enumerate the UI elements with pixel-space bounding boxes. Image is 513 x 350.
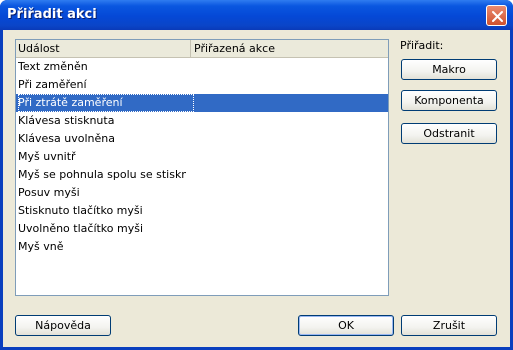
window-title: Přiřadit akci [7, 7, 97, 22]
close-icon [492, 11, 503, 22]
list-header: Událost Přiřazená akce [16, 40, 388, 58]
list-item[interactable]: Při zaměření [16, 76, 388, 94]
list-item[interactable]: Text změněn [16, 58, 388, 76]
macro-button[interactable]: Makro [401, 59, 497, 80]
assign-label: Přiřadit: [400, 39, 444, 52]
list-item[interactable]: Stisknuto tlačítko myši [16, 202, 388, 220]
list-item[interactable]: Uvolněno tlačítko myši [16, 220, 388, 238]
dialog-window: Přiřadit akci Událost Přiřazená akce Tex… [0, 0, 513, 350]
column-header-assigned-action[interactable]: Přiřazená akce [192, 40, 388, 57]
list-item-label: Při ztrátě zaměření [18, 94, 194, 112]
list-item-selected[interactable]: Při ztrátě zaměření [16, 94, 388, 112]
list-item-label: Stisknuto tlačítko myši [18, 204, 143, 217]
cancel-button[interactable]: Zrušit [401, 315, 497, 336]
event-list[interactable]: Událost Přiřazená akce Text změněn Při z… [15, 39, 389, 296]
remove-button[interactable]: Odstranit [401, 123, 497, 144]
title-bar[interactable]: Přiřadit akci [0, 0, 513, 30]
list-item-label: Myš vně [18, 240, 64, 253]
ok-button[interactable]: OK [298, 315, 394, 336]
list-item-label: Uvolněno tlačítko myši [18, 222, 144, 235]
component-button[interactable]: Komponenta [401, 90, 497, 111]
list-item-label: Při zaměření [18, 78, 87, 91]
list-item-label: Posuv myši [18, 186, 80, 199]
list-item-label: Klávesa stisknuta [18, 114, 115, 127]
list-item-label: Myš uvnitř [18, 150, 76, 163]
list-item[interactable]: Myš vně [16, 238, 388, 256]
list-item-label: Myš se pohnula spolu se stisknutou [18, 168, 186, 181]
list-item[interactable]: Myš uvnitř [16, 148, 388, 166]
dialog-body: Událost Přiřazená akce Text změněn Při z… [3, 30, 510, 347]
list-item[interactable]: Myš se pohnula spolu se stisknutou [16, 166, 388, 184]
column-header-event[interactable]: Událost [16, 40, 191, 57]
list-item[interactable]: Klávesa uvolněna [16, 130, 388, 148]
list-item-label: Text změněn [18, 60, 88, 73]
close-button[interactable] [486, 5, 507, 26]
list-item[interactable]: Klávesa stisknuta [16, 112, 388, 130]
list-item[interactable]: Posuv myši [16, 184, 388, 202]
list-item-label: Klávesa uvolněna [18, 132, 115, 145]
help-button[interactable]: Nápověda [15, 315, 111, 336]
